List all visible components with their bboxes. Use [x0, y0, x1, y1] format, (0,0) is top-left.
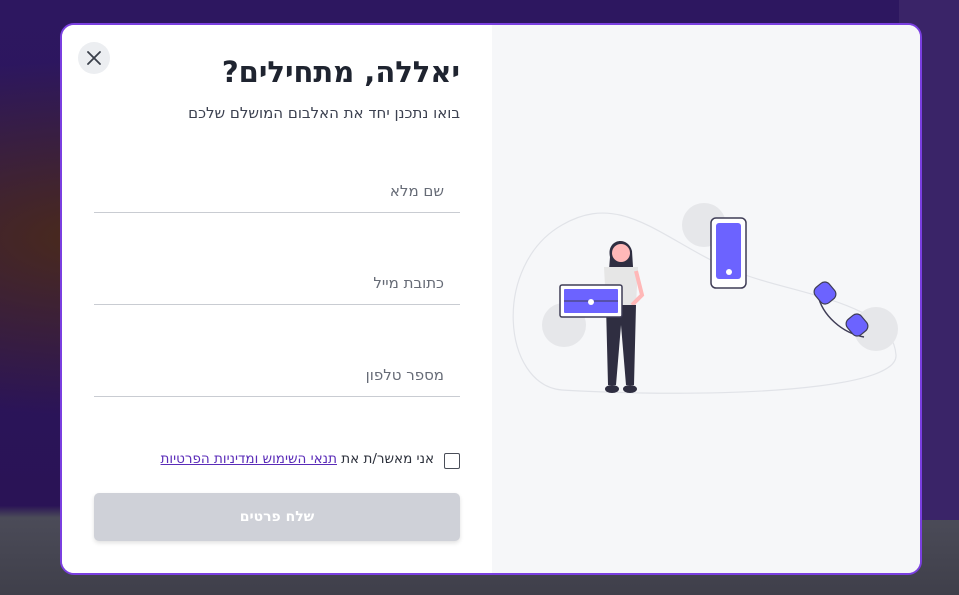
email-input[interactable] [94, 261, 460, 304]
terms-link[interactable]: תנאי השימוש ומדיניות הפרטיות [161, 451, 337, 467]
smartphone-icon [710, 217, 747, 289]
full-name-field-wrapper [94, 169, 460, 213]
phone-input[interactable] [94, 353, 460, 396]
contact-illustration [512, 203, 898, 394]
woman-with-laptop-icon [559, 240, 645, 393]
phone-handset-icon [813, 281, 869, 338]
illustration-panel [492, 25, 920, 573]
form-panel: יאללה, מתחילים? בואו נתכנן יחד את האלבום… [62, 25, 492, 573]
phone-field-wrapper [94, 353, 460, 397]
consent-label: אני מאשר/ת את [341, 451, 434, 467]
consent-row: אני מאשר/ת את תנאי השימוש ומדיניות הפרטי… [161, 449, 460, 469]
email-field-wrapper [94, 261, 460, 305]
close-icon [87, 51, 101, 65]
modal-subtitle: בואו נתכנן יחד את האלבום המושלם שלכם [188, 104, 460, 122]
full-name-input[interactable] [94, 169, 460, 212]
signup-modal: יאללה, מתחילים? בואו נתכנן יחד את האלבום… [60, 23, 922, 575]
consent-checkbox[interactable] [444, 453, 460, 469]
close-button[interactable] [78, 42, 110, 74]
submit-button[interactable]: שלח פרטים [94, 493, 460, 541]
consent-text: אני מאשר/ת את תנאי השימוש ומדיניות הפרטי… [161, 451, 434, 467]
modal-title: יאללה, מתחילים? [221, 55, 460, 89]
